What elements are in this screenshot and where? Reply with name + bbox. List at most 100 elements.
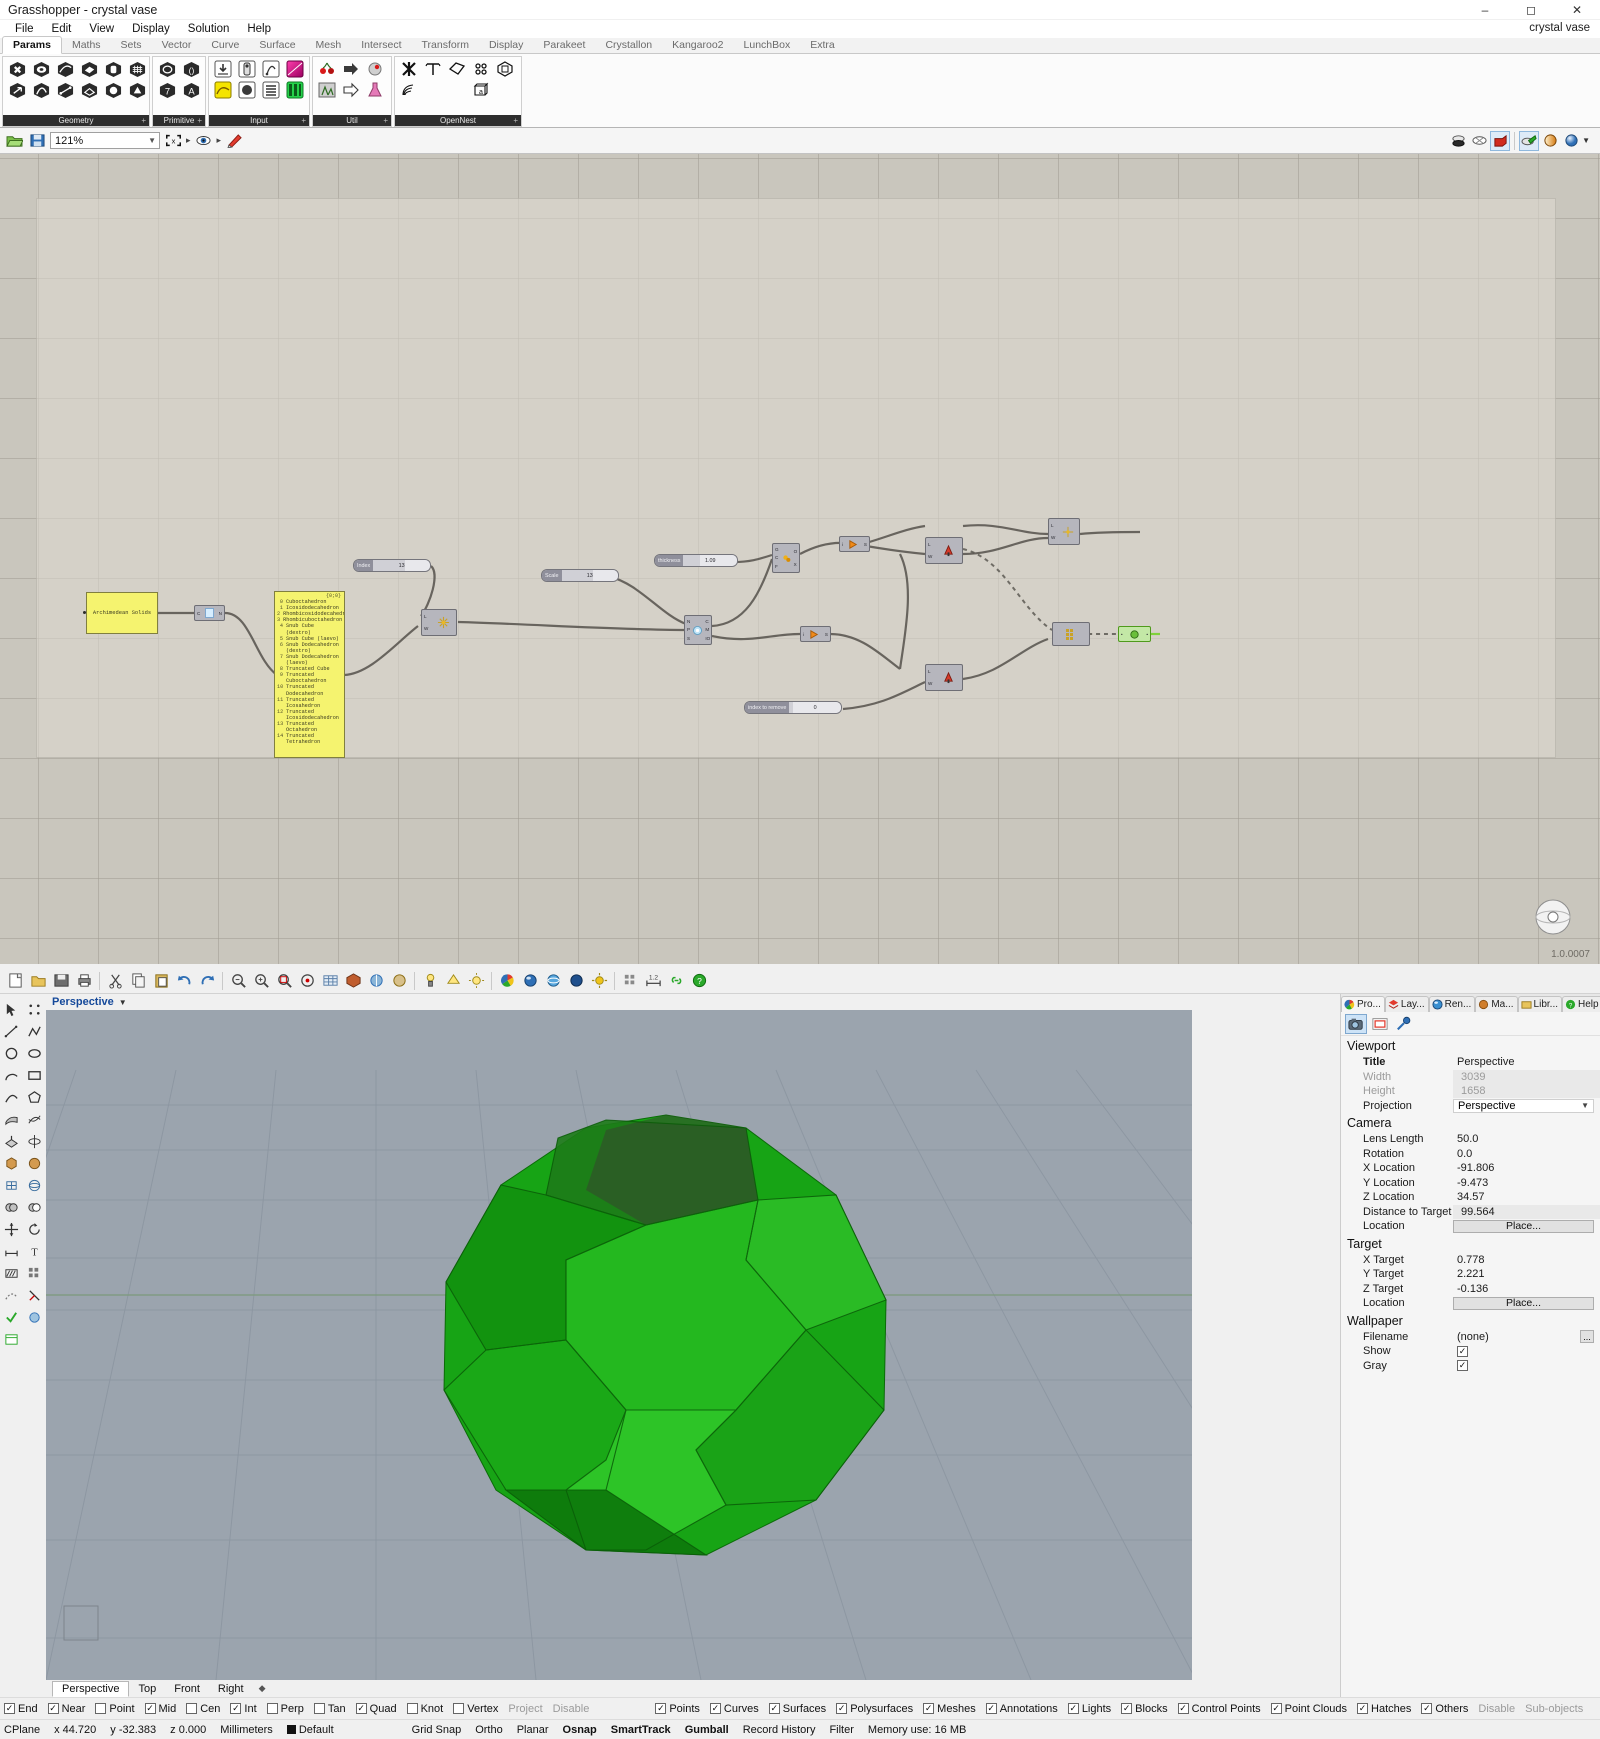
split-component-2[interactable]: i S <box>839 536 870 552</box>
dimension-icon[interactable] <box>0 1240 23 1262</box>
osnap-perp-checkbox[interactable] <box>266 1703 278 1714</box>
viewport-title[interactable]: Perspective <box>50 996 116 1008</box>
filter-control-points-checkbox[interactable]: ✓ <box>1177 1703 1189 1714</box>
surface-icon[interactable] <box>0 1108 23 1130</box>
hatch-icon[interactable] <box>0 1262 23 1284</box>
osnap-near-checkbox[interactable]: ✓ <box>47 1703 59 1714</box>
filter-curves[interactable]: ✓ Curves <box>709 1703 759 1715</box>
transform-move-icon[interactable] <box>0 1218 23 1240</box>
sphere-icon[interactable] <box>565 970 587 992</box>
boolean-diff-icon[interactable] <box>23 1196 46 1218</box>
boolean-union-icon[interactable] <box>0 1196 23 1218</box>
preview-off-icon[interactable] <box>1490 130 1511 151</box>
flask-icon[interactable] <box>364 80 386 100</box>
osnap-perp[interactable]: Perp <box>266 1703 304 1715</box>
box-param-icon[interactable]: ✖ <box>6 59 28 79</box>
ribbon-tab-intersect[interactable]: Intersect <box>351 37 411 53</box>
prop-value-z-location[interactable]: 34.57 <box>1453 1191 1600 1203</box>
prop-value-x-location[interactable]: -91.806 <box>1453 1162 1600 1174</box>
shade-icon[interactable] <box>342 970 364 992</box>
osnap-end-checkbox[interactable]: ✓ <box>4 1703 15 1714</box>
render-preview-icon[interactable] <box>388 970 410 992</box>
cplane-label[interactable]: CPlane <box>4 1724 40 1736</box>
expand-opennest-icon[interactable]: + <box>513 116 518 125</box>
filter-polysurfaces[interactable]: ✓ Polysurfaces <box>836 1703 913 1715</box>
filter-disable[interactable]: Disable <box>1478 1703 1515 1715</box>
menu-view[interactable]: View <box>80 20 123 38</box>
properties-tab-libraries[interactable]: Libr... <box>1517 996 1563 1012</box>
units-label[interactable]: Millimeters <box>220 1724 273 1736</box>
ribbon-tab-maths[interactable]: Maths <box>62 37 111 53</box>
data-output-icon[interactable] <box>340 59 362 79</box>
filter-annotations[interactable]: ✓ Annotations <box>985 1703 1058 1715</box>
cherry-picker-icon[interactable] <box>316 59 338 79</box>
properties-tab-render[interactable]: Ren... <box>1428 996 1476 1012</box>
mesh-sphere-icon[interactable] <box>23 1174 46 1196</box>
filter-point-clouds-checkbox[interactable]: ✓ <box>1270 1703 1282 1714</box>
prop-row-show[interactable]: Show ✓ <box>1341 1344 1600 1359</box>
mesh-component[interactable]: N P S C M IO <box>684 615 712 645</box>
opennest-dots-icon[interactable] <box>470 59 492 79</box>
prop-row-title[interactable]: Title Perspective <box>1341 1055 1600 1070</box>
viewport-tab-front[interactable]: Front <box>165 1682 209 1696</box>
loft-component-2[interactable]: L W <box>925 664 963 691</box>
properties-tab-properties[interactable]: Pro... <box>1341 996 1385 1012</box>
osnap-end[interactable]: ✓ End <box>4 1703 38 1715</box>
slider-thickness[interactable]: thickness 1.09 <box>654 554 738 567</box>
array-icon[interactable] <box>23 1262 46 1284</box>
grid-icon[interactable] <box>319 970 341 992</box>
number-param-icon[interactable]: 7 <box>156 80 178 100</box>
brep-param-icon[interactable] <box>30 59 52 79</box>
opennest-wifi-icon[interactable] <box>398 80 420 100</box>
prop-row-lens-length[interactable]: Lens Length 50.0 <box>1341 1132 1600 1147</box>
solid-box-icon[interactable] <box>0 1152 23 1174</box>
material-icon[interactable] <box>519 970 541 992</box>
panel-output-port[interactable] <box>83 611 86 614</box>
ribbon-tab-extra[interactable]: Extra <box>800 37 845 53</box>
toggle-grid-snap[interactable]: Grid Snap <box>412 1724 462 1736</box>
redo-icon[interactable] <box>196 970 218 992</box>
osnap-quad[interactable]: ✓ Quad <box>355 1703 397 1715</box>
expand-input-icon[interactable]: + <box>301 116 306 125</box>
paste-icon[interactable] <box>150 970 172 992</box>
series-component[interactable]: L W <box>1048 518 1080 545</box>
opennest-frame-icon[interactable] <box>494 59 516 79</box>
grasshopper-canvas[interactable]: Archimedean Solids C N {0;0} 0 Cuboctahed… <box>0 154 1600 964</box>
transform-rotate-icon[interactable] <box>23 1218 46 1240</box>
viewport-tab-add-icon[interactable]: ◆ <box>259 1683 266 1694</box>
chevron-down-icon-preview[interactable]: ▼ <box>1582 136 1590 145</box>
filter-blocks-checkbox[interactable]: ✓ <box>1121 1703 1133 1714</box>
opennest-tag-icon[interactable] <box>446 59 468 79</box>
colour-swatch-icon[interactable] <box>284 59 306 79</box>
filter-annotations-checkbox[interactable]: ✓ <box>985 1703 997 1714</box>
directional-light-icon[interactable] <box>442 970 464 992</box>
opennest-box-icon[interactable]: a <box>470 80 492 100</box>
mesh-box-icon[interactable] <box>0 1174 23 1196</box>
viewport-tab-top[interactable]: Top <box>129 1682 165 1696</box>
preview-wireframe-icon[interactable] <box>1469 131 1489 151</box>
ribbon-tab-surface[interactable]: Surface <box>249 37 305 53</box>
osnap-int[interactable]: ✓ Int <box>230 1703 257 1715</box>
gray-wallpaper-checkbox[interactable]: ✓ <box>1457 1360 1468 1372</box>
grid-component[interactable] <box>1052 622 1090 646</box>
minimize-icon[interactable]: – <box>1462 0 1508 20</box>
filter-meshes-checkbox[interactable]: ✓ <box>923 1703 935 1714</box>
zoom-target-icon[interactable] <box>296 970 318 992</box>
ribbon-tab-curve[interactable]: Curve <box>201 37 249 53</box>
line-icon[interactable] <box>0 1020 23 1042</box>
osnap-tan[interactable]: Tan <box>313 1703 346 1715</box>
slider-scale[interactable]: Scale 13 <box>541 569 619 582</box>
graph-mapper-icon[interactable] <box>212 80 234 100</box>
properties-tab-layers[interactable]: Lay... <box>1384 996 1429 1012</box>
flow-icon[interactable] <box>0 1284 23 1306</box>
prop-row-x-target[interactable]: X Target 0.778 <box>1341 1253 1600 1268</box>
prop-row-rotation[interactable]: Rotation 0.0 <box>1341 1147 1600 1162</box>
vector-param-icon[interactable] <box>6 80 28 100</box>
ribbon-tab-kangaroo2[interactable]: Kangaroo2 <box>662 37 733 53</box>
toggle-filter[interactable]: Filter <box>829 1724 853 1736</box>
viewport-tab-right[interactable]: Right <box>209 1682 253 1696</box>
loft-icon[interactable] <box>23 1108 46 1130</box>
plane-param-icon[interactable] <box>78 80 100 100</box>
knob-icon[interactable] <box>236 80 258 100</box>
split-component-1[interactable]: i S <box>800 626 831 642</box>
